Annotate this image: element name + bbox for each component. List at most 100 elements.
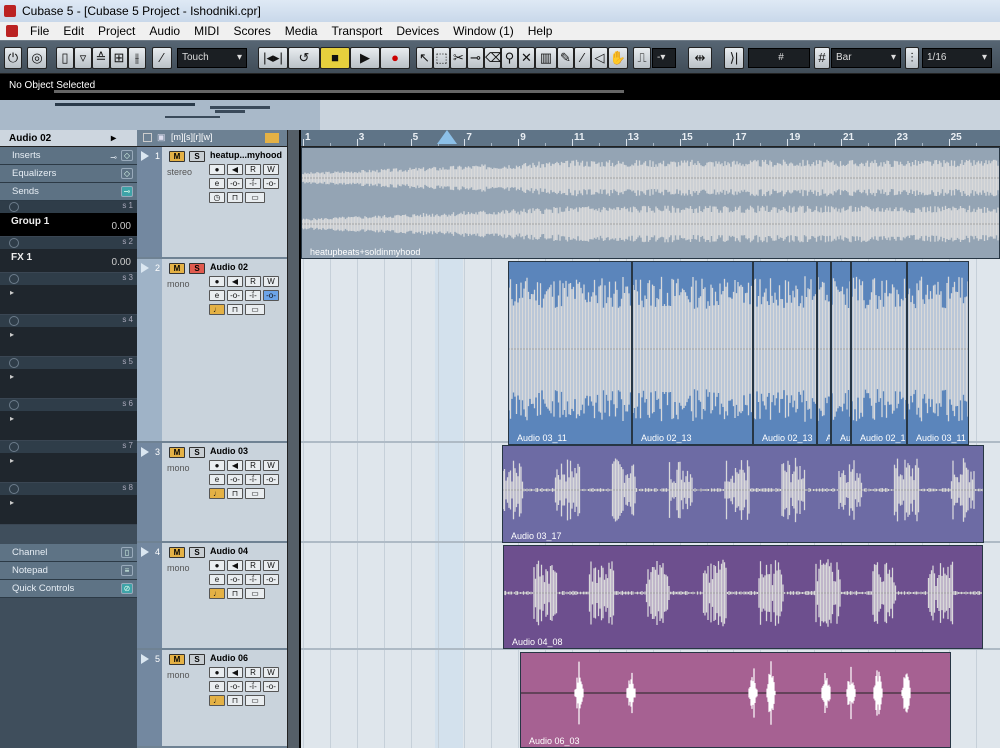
solo-button[interactable]: S xyxy=(189,547,205,558)
track-name[interactable]: heatup...myhood xyxy=(210,150,282,160)
insert-bypass-icon[interactable]: -o- xyxy=(227,178,243,189)
quantize-select[interactable]: 1/16 ▾ xyxy=(922,48,992,68)
read-automation-button[interactable]: R xyxy=(245,560,261,571)
autoscroll-icon[interactable]: ⎍ xyxy=(633,47,651,69)
power-icon[interactable] xyxy=(9,274,19,284)
inspector-section-quick-controls[interactable]: Quick Controls ⊘ xyxy=(0,580,137,598)
audio-event[interactable]: Audio 03_11 xyxy=(907,261,969,445)
show-pool-button[interactable]: ⊞ xyxy=(110,47,128,69)
audio-event[interactable]: Audio 04_08 xyxy=(503,545,983,649)
lanes-icon[interactable]: ▭ xyxy=(245,695,265,706)
track-expand-icon[interactable] xyxy=(141,547,149,557)
nudge-select[interactable]: -▾ xyxy=(652,48,676,68)
grid-icon[interactable]: # xyxy=(814,47,830,69)
menu-edit[interactable]: Edit xyxy=(61,24,86,38)
mute-button[interactable]: M xyxy=(169,447,185,458)
menu-file[interactable]: File xyxy=(28,24,51,38)
lanes-icon[interactable]: ▭ xyxy=(245,488,265,499)
timebase-icon[interactable]: ♩ xyxy=(209,304,225,315)
eq-bypass-icon[interactable]: -ḯ- xyxy=(245,290,261,301)
track-name[interactable]: Audio 04 xyxy=(210,546,248,556)
audio-event[interactable]: Audio 02_1 xyxy=(851,261,907,445)
eq-bypass-icon[interactable]: -ḯ- xyxy=(245,178,261,189)
sends-bypass-icon[interactable]: ⊸ xyxy=(121,186,133,197)
timebase-icon[interactable]: ♩ xyxy=(209,695,225,706)
mute-button[interactable]: M xyxy=(169,547,185,558)
eq-bypass-icon[interactable]: ◇ xyxy=(121,168,133,179)
track-expand-icon[interactable] xyxy=(141,654,149,664)
snap-to-zero-button[interactable]: ⇹ xyxy=(688,47,712,69)
timeline-ruler[interactable]: 1 3 5 7 9 11 13 15 17 19 21 23 25 xyxy=(301,130,1000,147)
automation-mode-select[interactable]: Touch ▾ xyxy=(177,48,247,68)
send-expand-icon[interactable]: ▸ xyxy=(10,372,14,381)
audio-event[interactable]: A xyxy=(817,261,831,445)
lock-icon[interactable]: ⊓ xyxy=(227,304,243,315)
write-automation-button[interactable]: W xyxy=(263,560,279,571)
menu-media[interactable]: Media xyxy=(283,24,320,38)
send-slot[interactable]: ▸ xyxy=(0,285,137,315)
goto-start-end-button[interactable]: |◂▸| xyxy=(258,47,288,69)
power-icon[interactable] xyxy=(9,316,19,326)
mute-button[interactable]: M xyxy=(169,654,185,665)
global-record-icon[interactable] xyxy=(143,133,152,142)
constrain-delay-button[interactable]: ◎ xyxy=(27,47,47,69)
read-automation-button[interactable]: R xyxy=(245,164,261,175)
power-icon[interactable] xyxy=(9,442,19,452)
timebase-icon[interactable]: ♩ xyxy=(209,488,225,499)
track-colors-icon[interactable] xyxy=(265,133,279,143)
menu-audio[interactable]: Audio xyxy=(147,24,182,38)
event-display[interactable]: heatupbeats+soldinmyhood Audio 03_11 Audio… xyxy=(301,147,1000,748)
quick-controls-icon[interactable]: ⊘ xyxy=(121,583,133,594)
inspector-section-inserts[interactable]: Inserts ◇ ⊸ xyxy=(0,147,137,165)
draw-tool-icon[interactable]: ✎ xyxy=(557,47,574,69)
inspector-section-equalizers[interactable]: Equalizers ◇ xyxy=(0,165,137,183)
record-button[interactable]: ● xyxy=(380,47,410,69)
show-inspector-button[interactable]: ▯ xyxy=(56,47,74,69)
eq-bypass-icon[interactable]: -ḯ- xyxy=(245,681,261,692)
edit-channel-icon[interactable]: e xyxy=(209,290,225,301)
send-slot[interactable]: ▸ xyxy=(0,411,137,441)
inspector-section-notepad[interactable]: Notepad ≡ xyxy=(0,562,137,580)
edit-channel-icon[interactable]: e xyxy=(209,574,225,585)
send-expand-icon[interactable]: ▸ xyxy=(10,288,14,297)
quantize-icon[interactable]: ⫶ xyxy=(905,47,919,69)
mute-button[interactable]: M xyxy=(169,151,185,162)
snap-on-off-button[interactable]: ⟩| xyxy=(724,47,744,69)
monitor-icon[interactable]: ◀ xyxy=(227,164,243,175)
track-row[interactable]: 5 M S Audio 06 mono ● ◀ R We -o- -ḯ- -o- ♩ ⊓ ▭ xyxy=(137,650,287,748)
send-slot[interactable]: ▸ xyxy=(0,495,137,525)
send-level[interactable]: 0.00 xyxy=(112,257,131,268)
send-expand-icon[interactable]: ▸ xyxy=(10,498,14,507)
show-mixer-button[interactable]: ⫲ xyxy=(128,47,146,69)
send-bypass-icon[interactable]: -o- xyxy=(263,681,279,692)
color-tool-icon[interactable]: ✋ xyxy=(608,47,628,69)
split-tool-icon[interactable]: ✂ xyxy=(450,47,467,69)
edit-channel-icon[interactable]: e xyxy=(209,681,225,692)
track-row[interactable]: 2 M S Audio 02 mono ● ◀ R We -o- -ḯ- -o- ♩ ⊓ ▭ xyxy=(137,259,287,443)
audio-event[interactable]: Au xyxy=(831,261,851,445)
zoom-tool-icon[interactable]: ⚲ xyxy=(501,47,518,69)
lock-icon[interactable]: ⊓ xyxy=(227,192,243,203)
audio-event[interactable]: Audio 02_13 xyxy=(753,261,817,445)
cycle-locator-marker[interactable] xyxy=(437,130,457,144)
write-automation-button[interactable]: W xyxy=(263,460,279,471)
insert-bypass-icon[interactable]: -o- xyxy=(227,290,243,301)
play-tool-icon[interactable]: ◁ xyxy=(591,47,608,69)
insert-bypass-icon[interactable]: -o- xyxy=(227,574,243,585)
power-icon[interactable] xyxy=(9,400,19,410)
solo-button[interactable]: S xyxy=(189,654,205,665)
send-expand-icon[interactable]: ▸ xyxy=(10,456,14,465)
send-destination[interactable]: FX 1 xyxy=(11,252,32,263)
record-enable-icon[interactable]: ● xyxy=(209,460,225,471)
object-selection-tool-icon[interactable]: ↖ xyxy=(416,47,433,69)
menu-transport[interactable]: Transport xyxy=(329,24,384,38)
send-bypass-icon[interactable]: -o- xyxy=(263,474,279,485)
project-overview[interactable] xyxy=(0,100,1000,130)
range-selection-tool-icon[interactable]: ⬚ xyxy=(433,47,450,69)
cubase-logo-icon[interactable] xyxy=(6,25,18,37)
lanes-icon[interactable]: ▭ xyxy=(245,588,265,599)
glue-tool-icon[interactable]: ⊸ xyxy=(467,47,484,69)
write-automation-button[interactable]: W xyxy=(263,667,279,678)
edit-channel-icon[interactable]: e xyxy=(209,178,225,189)
send-slot[interactable]: ▸ xyxy=(0,369,137,399)
